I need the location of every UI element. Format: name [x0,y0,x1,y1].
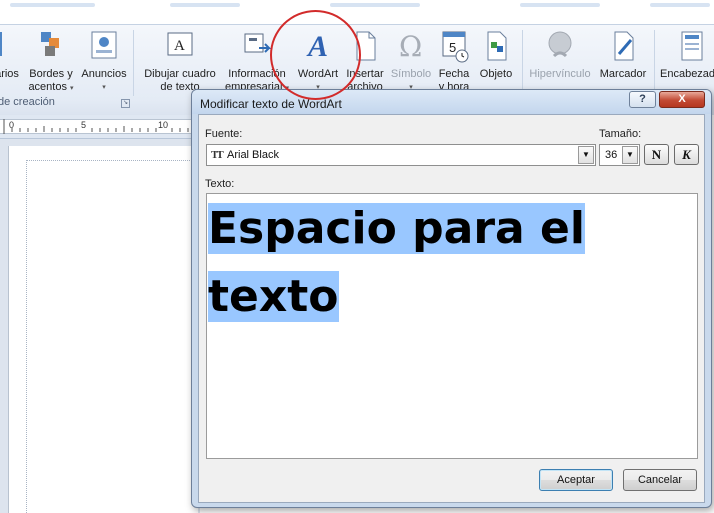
date-time-button[interactable]: 5 Fecha y hora [434,28,474,94]
dropdown-arrow-icon[interactable]: ▼ [578,146,594,164]
header-button[interactable]: Encabezad [660,28,714,81]
dialog-titlebar[interactable]: Modificar texto de WordArt ? X [192,90,711,114]
tab-strip-decoration [10,3,95,7]
svg-text:A: A [174,38,185,54]
borders-label-1: Bordes y [29,68,73,80]
omega-icon: Ω [395,28,427,64]
globe-link-icon [544,28,576,64]
borders-label-2: acentos [28,81,67,93]
wordart-text: Espacio para el texto [208,195,648,331]
calendar-clock-icon: 5 [438,28,470,64]
object-icon [480,28,512,64]
wordart-text-input[interactable]: Espacio para el texto [206,193,698,459]
business-info-icon [241,28,273,64]
ruler-ticks: 0 5 10 [3,119,197,134]
edit-wordart-dialog: Modificar texto de WordArt ? X Fuente: T… [191,89,712,508]
ribbon-button-partial[interactable]: arios [0,28,22,81]
page-margin-guide [26,160,196,513]
textbox-icon: A [164,28,196,64]
group-separator [522,30,523,96]
insert-file-label-1: Insertar [346,68,384,80]
wordart-button[interactable]: A WordArt ▾ [294,28,342,94]
dropdown-arrow-icon[interactable]: ▼ [622,146,638,164]
header-label: Encabezad [660,68,714,80]
wordart-icon: A [302,28,334,64]
chevron-down-icon: ▾ [70,85,74,92]
group-separator [133,30,134,96]
tab-strip-decoration [520,3,600,7]
truetype-font-icon: TT [211,149,224,161]
bookmark-label: Marcador [599,68,647,80]
date-time-label-1: Fecha [438,68,470,80]
symbol-label: Símbolo [390,68,432,80]
tab-strip-decoration [170,3,240,7]
ribbon-divider [0,24,714,25]
ads-button[interactable]: Anuncios ▾ [78,28,130,94]
draw-textbox-button[interactable]: A Dibujar cuadro de texto [140,28,220,94]
help-button[interactable]: ? [629,91,656,108]
ruler-label: 10 [158,120,168,130]
font-select[interactable]: TT Arial Black ▼ [206,144,596,166]
cancel-button[interactable]: Cancelar [623,469,697,491]
ribbon-group-label: de creación [0,96,55,108]
hyperlink-label: Hipervínculo [529,68,591,80]
horizontal-ruler: 0 5 10 [0,115,200,139]
close-button[interactable]: X [659,91,705,108]
document-icon [349,28,381,64]
hyperlink-button[interactable]: Hipervínculo [526,28,594,81]
borders-icon [35,28,67,64]
ads-label: Anuncios [81,68,127,80]
ads-icon [88,28,120,64]
selected-text-line-2: texto [208,271,339,322]
ruler-label: 0 [9,120,14,130]
accept-button[interactable]: Aceptar [539,469,613,491]
bookmark-icon [607,28,639,64]
business-info-label-1: Información [228,68,286,80]
bookmark-button[interactable]: Marcador [596,28,650,81]
italic-button[interactable]: K [674,144,699,165]
ribbon-button-label: arios [0,68,19,80]
group-separator [654,30,655,96]
text-label: Texto: [205,178,235,190]
svg-text:A: A [306,30,328,63]
object-label: Objeto [479,68,513,80]
size-select-value: 36 [605,149,618,161]
font-label: Fuente: [205,128,243,140]
business-info-button[interactable]: Información empresarial ▾ [224,28,290,95]
size-select[interactable]: 36 ▼ [599,144,640,166]
partial-icon [0,28,24,64]
dialog-body: Fuente: Tamaño: TT Arial Black ▼ 36 ▼ N … [198,114,705,503]
bold-button[interactable]: N [644,144,669,165]
dialog-launcher-icon[interactable]: ↘ [121,99,130,108]
insert-file-button[interactable]: Insertar archivo [342,28,388,94]
draw-textbox-label-1: Dibujar cuadro [144,68,216,80]
object-button[interactable]: Objeto [474,28,518,81]
wordart-label: WordArt [297,68,339,80]
tab-strip-decoration [650,3,710,7]
svg-text:5: 5 [449,40,456,55]
font-select-value: Arial Black [227,149,279,161]
chevron-down-icon: ▾ [102,84,106,91]
ribbon-tab-strip [0,0,714,24]
selected-text-line-1: Espacio para el [208,203,585,254]
header-icon [676,28,708,64]
symbol-button[interactable]: Ω Símbolo ▾ [388,28,434,94]
tab-strip-decoration [330,3,420,7]
size-label: Tamaño: [599,128,642,140]
borders-accents-button[interactable]: Bordes y acentos ▾ [27,28,75,95]
ruler-label: 5 [81,120,86,130]
dialog-title: Modificar texto de WordArt [200,97,342,111]
svg-text:Ω: Ω [399,30,422,63]
